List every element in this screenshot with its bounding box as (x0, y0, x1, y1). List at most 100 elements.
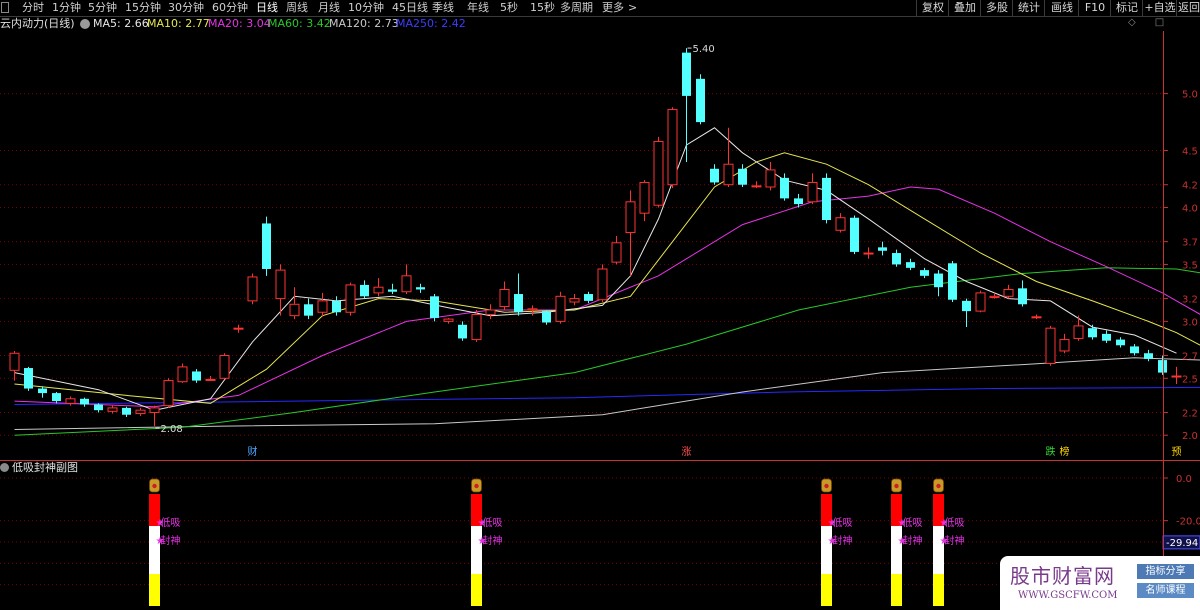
money-bag-mark (936, 483, 941, 489)
candle-body-up (667, 109, 678, 186)
signal-bar-yellow (149, 574, 160, 606)
event-marker: 跌 (1046, 445, 1056, 458)
watermark-url: WWW.GSCFW.COM (1018, 590, 1118, 601)
candle-body-up (1059, 339, 1070, 352)
candle-body-up (401, 275, 412, 293)
candle-body-down (52, 393, 61, 402)
candle-body-up (289, 303, 300, 317)
candle-body-down (738, 168, 747, 185)
candle-body-up (275, 269, 286, 300)
candle-body-down (542, 311, 551, 323)
candle-body-up (499, 288, 510, 308)
candle-body-up (975, 292, 986, 312)
sub-y-tick-label: 0.0 (1176, 474, 1192, 485)
candle-body-down (304, 304, 313, 316)
event-marker: 涨 (682, 446, 692, 458)
candle-body-up (751, 185, 762, 188)
signal-bar-white (149, 526, 160, 574)
candle-body-up (527, 308, 538, 311)
money-bag-mark (152, 483, 157, 489)
candle-body-down (1130, 346, 1139, 354)
candle-body-down (388, 289, 397, 292)
candle-body-up (625, 201, 636, 234)
signal-label: 封神 (483, 534, 503, 547)
signal-bar-white (821, 526, 832, 574)
y-tick-label: 4.0 (1182, 203, 1198, 214)
candle-body-up (611, 242, 622, 263)
y-tick-label: 4.5 (1182, 147, 1198, 158)
signal-bar-yellow (933, 574, 944, 606)
candle-body-down (822, 177, 831, 221)
money-bag-mark (894, 483, 899, 489)
candle-body-down (1144, 353, 1153, 359)
price-annotation: 5.40 (693, 44, 715, 55)
candle-body-up (1171, 375, 1182, 378)
candle-body-up (443, 318, 454, 322)
y-tick-label: 2.7 (1182, 352, 1198, 363)
candle-body-down (1018, 288, 1027, 305)
y-tick-label: 3.7 (1182, 238, 1198, 249)
candle-body-up (135, 409, 146, 415)
candle-body-down (360, 284, 369, 297)
signal-label: 封神 (161, 534, 181, 547)
candle-body-down (794, 198, 803, 205)
signal-label: 低吸 (161, 516, 181, 529)
signal-bar-white (933, 526, 944, 574)
candle-body-down (962, 300, 971, 312)
candle-body-down (1116, 339, 1125, 346)
candle-body-down (948, 263, 957, 300)
ma5-line (14, 127, 1177, 411)
current-value-label: -29.94 (1166, 538, 1198, 549)
candle-body-up (65, 398, 76, 404)
candle-body-up (471, 314, 482, 341)
y-tick-label: 5.0 (1182, 90, 1198, 101)
event-marker: 预 (1172, 446, 1182, 458)
candle-body-up (107, 407, 118, 412)
watermark-title: 股市财富网 (1010, 564, 1115, 588)
event-marker: 财 (248, 445, 258, 458)
watermark-logo: 股市财富网 WWW.GSCFW.COM 指标分享 名师课程 (1000, 556, 1200, 610)
candle-body-down (24, 368, 33, 389)
candle-body-up (723, 163, 734, 186)
chart-area[interactable]: 5.402.08 财涨跌榜预 0.0-20.0-30.0-40.0-50.0-2… (0, 0, 1200, 610)
signal-label: 低吸 (483, 516, 503, 529)
candle-body-up (555, 295, 566, 322)
candle-body-down (906, 262, 915, 268)
candle-body-up (1003, 288, 1014, 297)
candle-body-down (416, 287, 425, 290)
candle-body-down (94, 404, 103, 411)
candle-body-down (878, 247, 887, 251)
signal-label: 低吸 (903, 516, 923, 529)
candle-body-down (934, 273, 943, 288)
signal-bar-white (891, 526, 902, 574)
candle-body-down (1158, 360, 1167, 373)
signal-label: 封神 (903, 534, 923, 547)
candle-body-up (765, 169, 776, 188)
signal-label: 封神 (833, 534, 853, 547)
candle-body-up (569, 298, 580, 303)
y-tick-label: 2.2 (1182, 408, 1198, 419)
candle-body-down (1088, 328, 1097, 338)
price-annotation: 2.08 (161, 424, 183, 435)
candle-body-down (514, 294, 523, 313)
candle-body-up (1045, 327, 1056, 364)
y-tick-label: 3.0 (1182, 317, 1198, 328)
candle-body-down (920, 270, 929, 276)
money-bag-mark (474, 483, 479, 489)
candle-body-up (233, 327, 244, 330)
candle-body-up (247, 276, 258, 302)
signal-bar-yellow (821, 574, 832, 606)
candle-body-up (317, 300, 328, 313)
signal-label: 封神 (945, 534, 965, 547)
candle-body-down (458, 324, 467, 339)
candle-body-up (639, 181, 650, 214)
candle-body-up (807, 181, 818, 203)
candle-body-down (892, 253, 901, 265)
event-marker: 榜 (1060, 445, 1070, 458)
candle-body-up (835, 217, 846, 231)
y-tick-label: 2.0 (1182, 431, 1198, 442)
money-bag-mark (824, 483, 829, 489)
candle-body-down (1102, 333, 1111, 341)
signal-label: 低吸 (945, 516, 965, 529)
candle-body-up (1073, 325, 1084, 339)
